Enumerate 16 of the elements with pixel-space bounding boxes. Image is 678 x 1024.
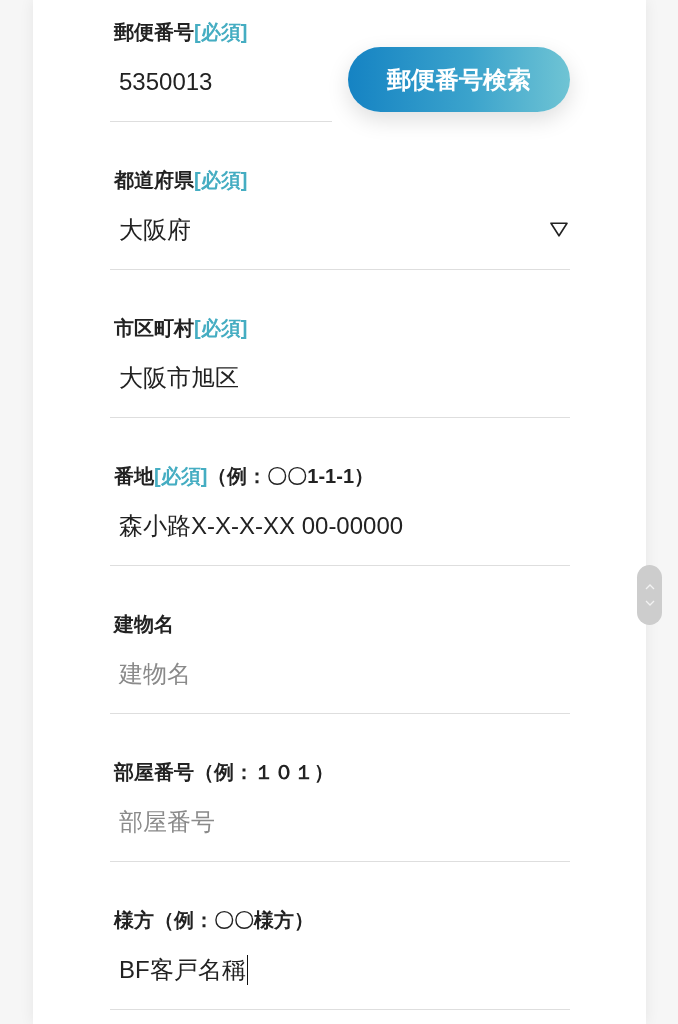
chevron-up-icon	[644, 584, 655, 590]
field-label: 郵便番号[必須]	[113, 20, 249, 44]
text-input[interactable]: 大阪市旭区	[110, 348, 570, 418]
chevron-down-icon	[644, 600, 655, 606]
scroll-handle[interactable]	[637, 565, 662, 625]
caret-icon	[550, 222, 568, 237]
field-label: 市区町村[必須]	[113, 316, 249, 340]
field-label: 都道府県[必須]	[113, 168, 249, 192]
text-input[interactable]: 森小路X-X-X-XX 00-00000	[110, 496, 570, 566]
field-label: 建物名	[112, 612, 175, 636]
text-input[interactable]: 5350013	[110, 52, 332, 122]
text-input[interactable]: BF客戸名稱	[110, 940, 570, 1010]
field-label: 様方（例：〇〇様方）	[112, 908, 315, 932]
field-label: 番地[必須]（例：〇〇1-1-1）	[113, 464, 376, 488]
field-label: 部屋番号（例：１０１）	[113, 760, 335, 784]
dropdown-select[interactable]: 大阪府	[110, 200, 570, 270]
